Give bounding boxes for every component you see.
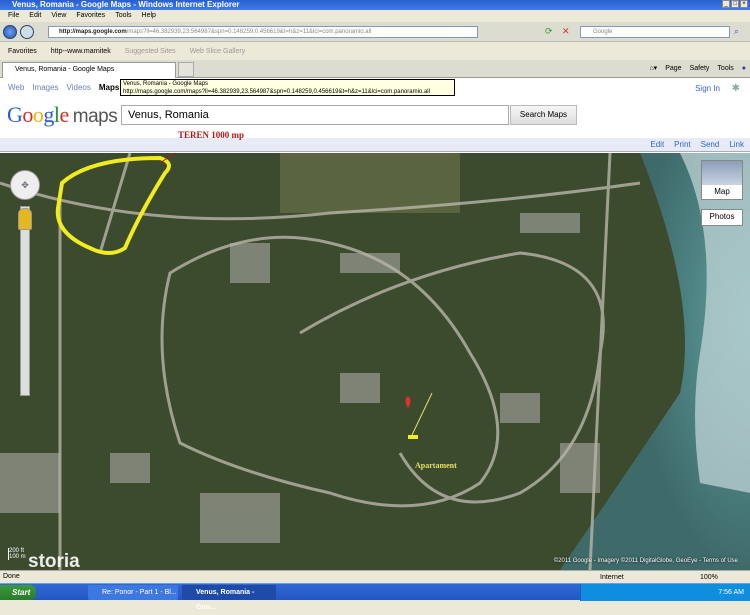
menu-favorites[interactable]: Favorites xyxy=(76,10,105,22)
pegman-icon[interactable] xyxy=(18,208,32,230)
refresh-icon[interactable]: ⟳ xyxy=(545,26,553,37)
google-maps-page: Web Images Videos Maps Venus, Romania - … xyxy=(0,78,750,570)
menu-help[interactable]: Help xyxy=(142,10,156,22)
favorite-link[interactable]: http--www.marnitek xyxy=(51,48,111,55)
map-thumbnail xyxy=(702,161,742,185)
status-text: Done xyxy=(3,573,20,580)
url-path: /maps?ll=46.382939,23.564987&spn=0.14825… xyxy=(126,29,372,35)
status-bar: Done Internet 100% xyxy=(0,570,750,583)
window-controls: _ □ × xyxy=(722,0,748,8)
stop-icon[interactable]: ✕ xyxy=(562,26,570,37)
satellite-imagery xyxy=(0,153,750,570)
scale-m: 100 m xyxy=(9,554,26,560)
scale-bar: 200 ft 100 m xyxy=(8,548,26,560)
search-icon[interactable]: ⌕ xyxy=(734,26,739,37)
close-button[interactable]: × xyxy=(740,0,748,8)
tools-menu[interactable]: Tools xyxy=(717,63,733,75)
map-links: Edit Print Send Link xyxy=(650,139,744,151)
nav-videos[interactable]: Videos xyxy=(67,83,91,92)
menu-view[interactable]: View xyxy=(51,10,66,22)
tooltip-url: http://maps.google.com/maps?ll=46.382939… xyxy=(123,89,430,95)
favorites-bar: Favorites http--www.marnitek Suggested S… xyxy=(0,42,750,60)
favorites-button[interactable]: Favorites xyxy=(8,48,37,55)
map-type-button[interactable]: Map xyxy=(701,160,743,200)
help-icon[interactable]: ● xyxy=(742,63,746,75)
print-link[interactable]: Print xyxy=(674,139,690,151)
back-button[interactable] xyxy=(3,25,17,39)
pan-control[interactable]: ✥ xyxy=(10,170,40,200)
nav-maps[interactable]: Maps xyxy=(99,83,119,92)
nav-web[interactable]: Web xyxy=(8,83,24,92)
system-tray: 7:56 AM xyxy=(580,584,750,601)
menu-bar: File Edit View Favorites Tools Help xyxy=(0,10,750,22)
logo-suffix: maps xyxy=(72,106,118,127)
forward-button[interactable] xyxy=(20,25,34,39)
apartment-annotation: Apartament xyxy=(415,461,457,470)
sign-in-link[interactable]: Sign In xyxy=(695,84,720,93)
map-toolbar: Edit Print Send Link xyxy=(0,138,750,152)
tab-bar: Venus, Romania - Google Maps xyxy=(0,60,750,78)
taskbar-item[interactable]: Re: Ponor - Part 1 - Bl... xyxy=(88,585,178,600)
map-copyright[interactable]: ©2011 Google - Imagery ©2011 DigitalGlob… xyxy=(554,558,738,564)
maximize-button[interactable]: □ xyxy=(731,0,739,8)
edit-link[interactable]: Edit xyxy=(650,139,664,151)
address-bar: http://maps.google.com/maps?ll=46.382939… xyxy=(0,22,750,42)
browser-tab[interactable]: Venus, Romania - Google Maps xyxy=(2,62,176,78)
zoom-slider[interactable] xyxy=(20,206,30,396)
satellite-map[interactable]: ✥ Apartament Map Photos 200 ft 100 m stor… xyxy=(0,153,750,570)
page-menu[interactable]: Page xyxy=(665,63,681,75)
nav-images[interactable]: Images xyxy=(32,83,58,92)
link-link[interactable]: Link xyxy=(729,139,744,151)
tooltip-title: Venus, Romania - Google Maps xyxy=(123,81,209,87)
menu-tools[interactable]: Tools xyxy=(115,10,131,22)
menu-edit[interactable]: Edit xyxy=(29,10,41,22)
watermark: storia xyxy=(28,551,80,570)
send-link[interactable]: Send xyxy=(701,139,720,151)
google-nav: Web Images Videos Maps xyxy=(8,83,119,92)
window-title: Venus, Romania - Google Maps - Windows I… xyxy=(0,0,750,10)
minimize-button[interactable]: _ xyxy=(722,0,730,8)
tooltip: Venus, Romania - Google Maps http://maps.… xyxy=(120,79,455,96)
search-maps-button[interactable]: Search Maps xyxy=(510,105,577,125)
search-box[interactable]: Google xyxy=(580,26,730,38)
safety-menu[interactable]: Safety xyxy=(690,63,710,75)
land-annotation: TEREN 1000 mp xyxy=(178,130,245,140)
clock: 7:56 AM xyxy=(718,589,744,596)
maps-search-input[interactable]: Venus, Romania xyxy=(121,105,509,125)
map-type-label: Map xyxy=(714,187,730,196)
url-host: http://maps.google.com xyxy=(59,29,127,35)
google-maps-logo[interactable]: Google maps xyxy=(7,102,118,128)
url-input[interactable]: http://maps.google.com/maps?ll=46.382939… xyxy=(48,26,478,38)
taskbar: Start Re: Ponor - Part 1 - Bl... Venus, … xyxy=(0,583,750,611)
menu-file[interactable]: File xyxy=(8,10,19,22)
new-tab-button[interactable] xyxy=(178,62,194,77)
command-bar: ⌂▾ Page Safety Tools ● xyxy=(649,63,746,75)
taskbar-item-active[interactable]: Venus, Romania - Goo... xyxy=(182,585,276,611)
web-slice-gallery[interactable]: Web Slice Gallery xyxy=(190,48,246,55)
home-icon[interactable]: ⌂▾ xyxy=(649,63,657,75)
gear-icon[interactable]: ✱ xyxy=(732,83,740,94)
start-button[interactable]: Start xyxy=(0,585,36,600)
photos-button[interactable]: Photos xyxy=(701,209,743,226)
suggested-sites[interactable]: Suggested Sites xyxy=(125,48,176,55)
